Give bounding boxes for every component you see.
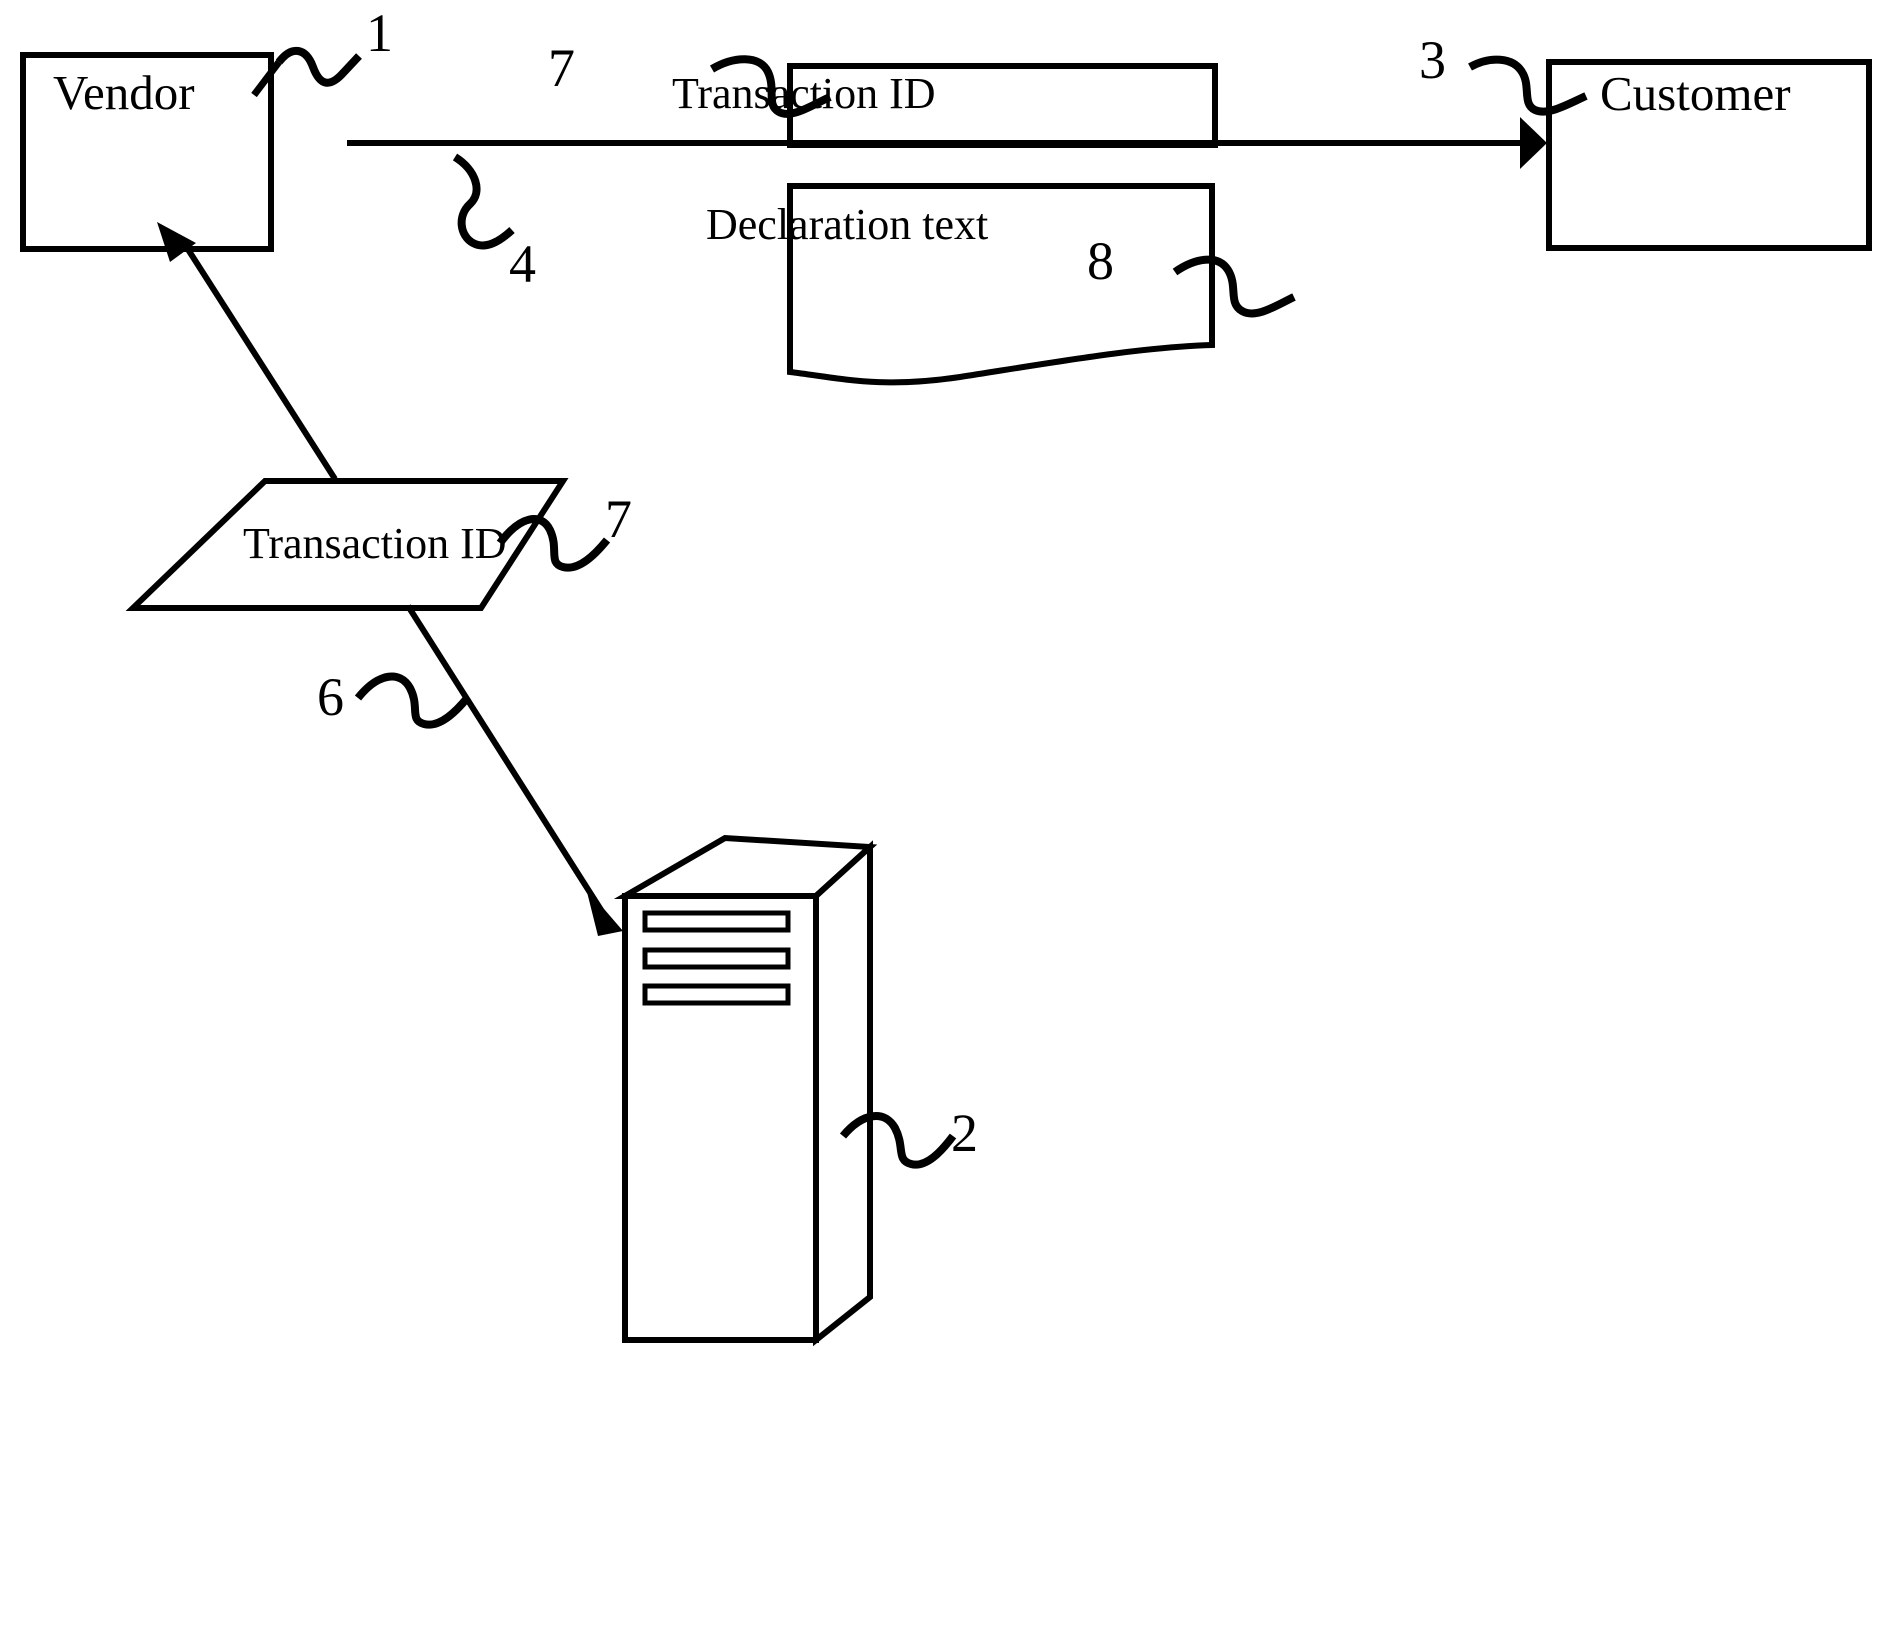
- arrow-parallelogram-to-vendor: [179, 238, 338, 481]
- transaction-id-parallelogram-label: Transaction ID: [243, 519, 507, 568]
- ref-numeral-3: 3: [1419, 30, 1446, 90]
- vendor-box-label: Vendor: [53, 65, 195, 120]
- declaration-text-box-label: Declaration text: [706, 200, 989, 249]
- arrowhead-parallelogram-to-server: [586, 888, 623, 936]
- ref-numeral-4: 4: [509, 234, 536, 294]
- transaction-id-box-label: Transaction ID: [672, 69, 936, 118]
- squiggle-ref-3: [1468, 55, 1588, 116]
- figure-canvas: Vendor 1 Customer 3 Transaction ID 7 Dec…: [0, 0, 1900, 1634]
- ref-numeral-8: 8: [1087, 231, 1114, 291]
- squiggle-ref-4: [452, 153, 515, 250]
- ref-numeral-7-top: 7: [548, 38, 575, 98]
- squiggle-ref-6: [354, 672, 472, 729]
- arrow-parallelogram-to-server: [405, 604, 606, 915]
- squiggle-ref-1: [275, 47, 362, 87]
- lead-line-ref-1: [251, 59, 282, 98]
- ref-numeral-6: 6: [317, 667, 344, 727]
- ref-numeral-7-lower: 7: [605, 489, 632, 549]
- server-side-face: [813, 840, 873, 1347]
- ref-numeral-1: 1: [366, 3, 393, 63]
- ref-numeral-2: 2: [951, 1103, 978, 1163]
- customer-box-label: Customer: [1600, 66, 1791, 121]
- arrowhead-vendor-to-customer: [1520, 117, 1547, 169]
